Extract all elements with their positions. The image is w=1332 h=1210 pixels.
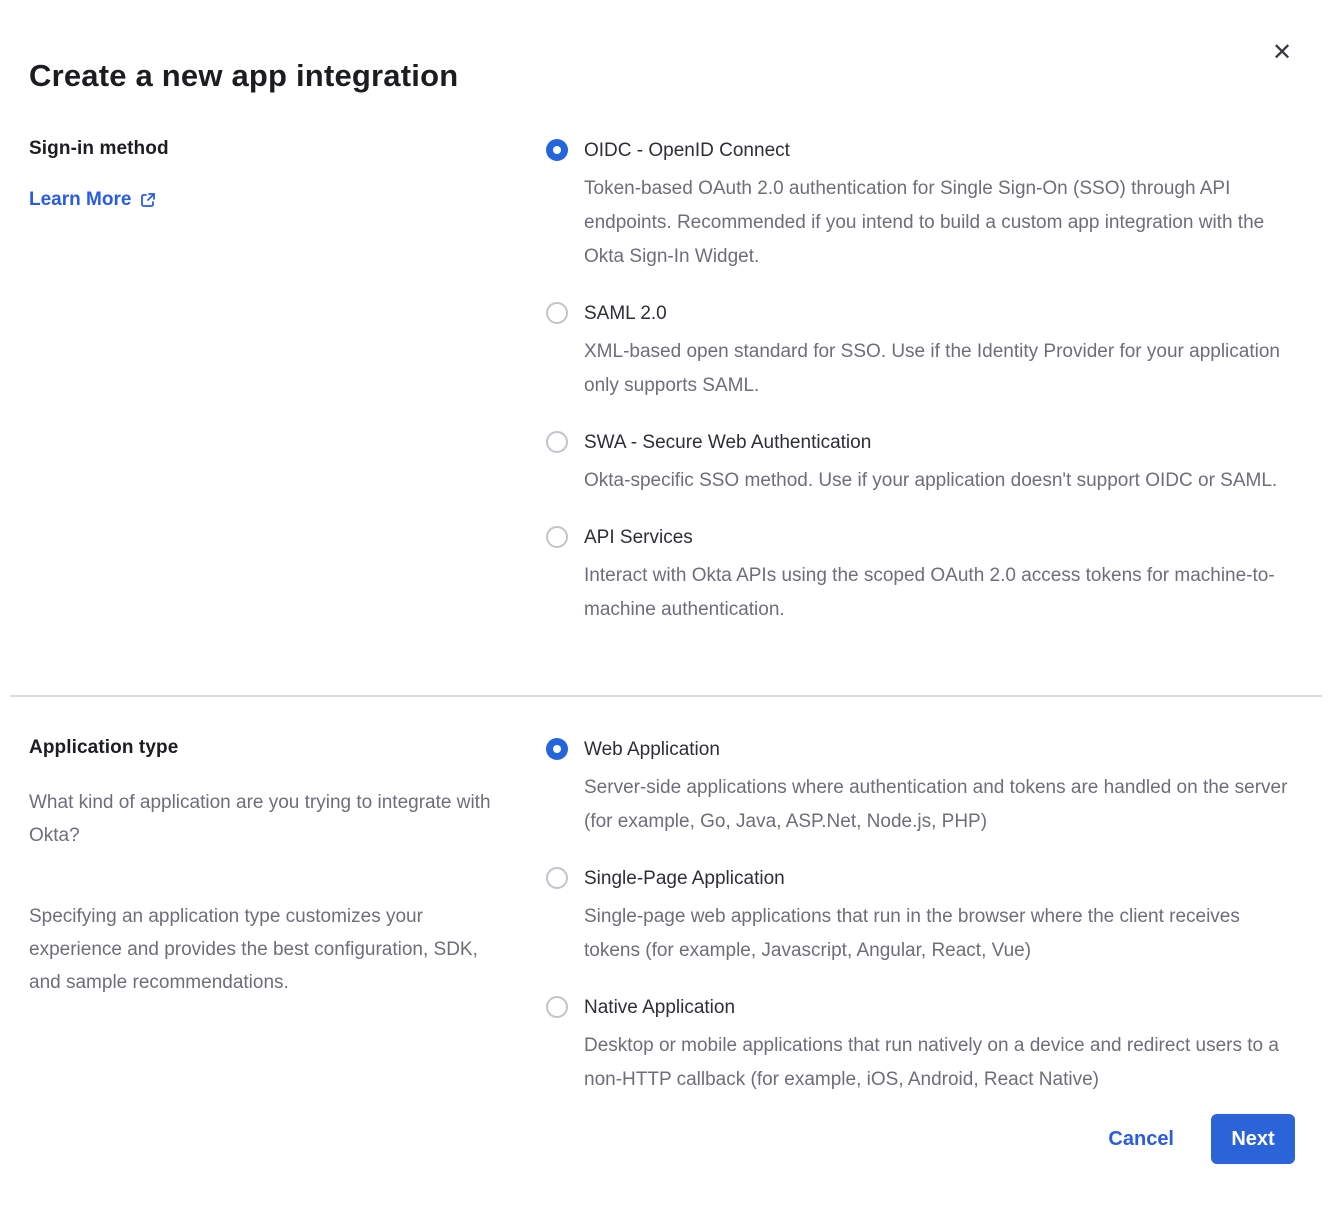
application-type-section: Application type What kind of applicatio… [29,737,1295,1097]
radio-native-application[interactable] [546,996,568,1018]
option-web-application-label[interactable]: Web Application [584,737,720,762]
option-spa-label[interactable]: Single-Page Application [584,866,785,891]
radio-swa[interactable] [546,431,568,453]
option-web-application: Web Application Server-side applications… [546,737,1295,839]
option-spa-description: Single-page web applications that run in… [584,900,1295,968]
option-spa: Single-Page Application Single-page web … [546,866,1295,968]
radio-oidc[interactable] [546,139,568,161]
application-type-heading: Application type [29,737,516,759]
option-oidc-description: Token-based OAuth 2.0 authentication for… [584,172,1295,274]
create-app-integration-modal: ✕ Create a new app integration Sign-in m… [0,0,1332,1210]
option-swa-label[interactable]: SWA - Secure Web Authentication [584,430,871,455]
modal-footer: Cancel Next [1108,1114,1295,1164]
option-swa: SWA - Secure Web Authentication Okta-spe… [546,430,1295,498]
learn-more-link[interactable]: Learn More [29,189,156,211]
signin-method-heading: Sign-in method [29,138,516,160]
page-title: Create a new app integration [29,0,1295,94]
option-saml: SAML 2.0 XML-based open standard for SSO… [546,301,1295,403]
signin-method-left-column: Sign-in method Learn More [29,138,546,627]
option-saml-label[interactable]: SAML 2.0 [584,301,667,326]
signin-method-options: OIDC - OpenID Connect Token-based OAuth … [546,138,1295,627]
option-native-application: Native Application Desktop or mobile app… [546,995,1295,1097]
signin-method-section: Sign-in method Learn More OIDC - OpenID … [29,138,1295,627]
learn-more-label: Learn More [29,189,131,211]
application-type-options: Web Application Server-side applications… [546,737,1295,1097]
radio-saml[interactable] [546,302,568,324]
option-api-services-description: Interact with Okta APIs using the scoped… [584,559,1295,627]
option-oidc-label[interactable]: OIDC - OpenID Connect [584,138,790,163]
application-type-left-column: Application type What kind of applicatio… [29,737,546,1097]
option-api-services: API Services Interact with Okta APIs usi… [546,525,1295,627]
section-divider [10,695,1322,697]
radio-spa[interactable] [546,867,568,889]
cancel-button[interactable]: Cancel [1108,1128,1174,1151]
application-type-intro-2: Specifying an application type customize… [29,900,509,999]
external-link-icon [140,192,156,208]
radio-web-application[interactable] [546,738,568,760]
option-api-services-label[interactable]: API Services [584,525,693,550]
close-icon[interactable]: ✕ [1266,36,1298,68]
option-native-application-description: Desktop or mobile applications that run … [584,1029,1295,1097]
next-button[interactable]: Next [1211,1114,1295,1164]
application-type-intro-1: What kind of application are you trying … [29,786,509,852]
option-saml-description: XML-based open standard for SSO. Use if … [584,335,1295,403]
option-swa-description: Okta-specific SSO method. Use if your ap… [584,464,1277,498]
option-native-application-label[interactable]: Native Application [584,995,735,1020]
option-web-application-description: Server-side applications where authentic… [584,771,1295,839]
radio-api-services[interactable] [546,526,568,548]
option-oidc: OIDC - OpenID Connect Token-based OAuth … [546,138,1295,274]
